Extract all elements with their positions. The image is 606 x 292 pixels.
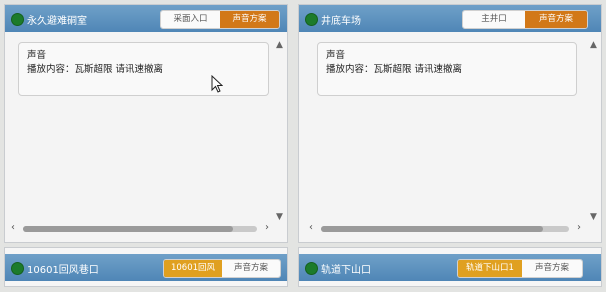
scroll-down-icon[interactable]: ▼ (276, 212, 283, 222)
status-dot-icon (11, 13, 24, 26)
button-group: 采面入口 声音方案 (160, 10, 280, 29)
panel-header: 轨道下山口 轨道下山口1 声音方案 (299, 254, 601, 281)
entrance-button[interactable]: 10601回风 (164, 260, 222, 277)
sound-plan-button[interactable]: 声音方案 (222, 260, 280, 277)
vertical-scrollbar[interactable]: ▲ ▼ (275, 40, 285, 222)
panel-title: 井底车场 (321, 16, 361, 27)
panel-header: 井底车场 主井口 声音方案 (299, 5, 601, 32)
message-box: 声音 播放内容：瓦斯超限 请讯速撤离 (317, 42, 577, 96)
message-text: 播放内容：瓦斯超限 请讯速撤离 (27, 64, 164, 75)
scroll-left-icon[interactable]: ‹ (11, 222, 15, 233)
button-group: 主井口 声音方案 (462, 10, 588, 29)
message-text: 播放内容：瓦斯超限 请讯速撤离 (326, 64, 463, 75)
horizontal-scrollbar[interactable]: ‹ › (309, 222, 581, 234)
scroll-right-icon[interactable]: › (577, 222, 581, 233)
panel-top-right: 井底车场 主井口 声音方案 声音 播放内容：瓦斯超限 请讯速撤离 ▲ ▼ ‹ › (298, 4, 602, 243)
scroll-up-icon[interactable]: ▲ (276, 40, 283, 50)
panel-body: 声音 播放内容：瓦斯超限 请讯速撤离 ▲ ▼ ‹ › (5, 32, 287, 242)
button-group: 轨道下山口1 声音方案 (457, 259, 583, 278)
vertical-scrollbar[interactable]: ▲ ▼ (589, 40, 599, 222)
panel-title: 永久避难硐室 (27, 16, 87, 27)
mouse-cursor-icon (211, 75, 223, 93)
panel-header: 10601回风巷口 10601回风 声音方案 (5, 254, 287, 281)
message-box: 声音 播放内容：瓦斯超限 请讯速撤离 (18, 42, 269, 96)
panel-header: 永久避难硐室 采面入口 声音方案 (5, 5, 287, 32)
horizontal-scrollbar[interactable]: ‹ › (11, 222, 269, 234)
entrance-button[interactable]: 轨道下山口1 (458, 260, 522, 277)
scroll-thumb[interactable] (321, 226, 543, 232)
scroll-down-icon[interactable]: ▼ (590, 212, 597, 222)
scroll-thumb[interactable] (23, 226, 233, 232)
scroll-up-icon[interactable]: ▲ (590, 40, 597, 50)
panel-title: 轨道下山口 (321, 265, 371, 276)
status-dot-icon (11, 262, 24, 275)
sound-plan-button[interactable]: 声音方案 (525, 11, 587, 28)
scroll-right-icon[interactable]: › (265, 222, 269, 233)
status-dot-icon (305, 13, 318, 26)
scroll-left-icon[interactable]: ‹ (309, 222, 313, 233)
panel-title: 10601回风巷口 (27, 265, 99, 276)
entrance-button[interactable]: 主井口 (463, 11, 525, 28)
button-group: 10601回风 声音方案 (163, 259, 281, 278)
panel-bottom-left: 10601回风巷口 10601回风 声音方案 (4, 247, 288, 287)
panel-bottom-right: 轨道下山口 轨道下山口1 声音方案 (298, 247, 602, 287)
status-dot-icon (305, 262, 318, 275)
message-title: 声音 (326, 50, 346, 61)
entrance-button[interactable]: 采面入口 (161, 11, 220, 28)
sound-plan-button[interactable]: 声音方案 (220, 11, 279, 28)
panel-body: 声音 播放内容：瓦斯超限 请讯速撤离 ▲ ▼ ‹ › (299, 32, 601, 242)
message-title: 声音 (27, 50, 47, 61)
panel-top-left: 永久避难硐室 采面入口 声音方案 声音 播放内容：瓦斯超限 请讯速撤离 ▲ ▼ … (4, 4, 288, 243)
sound-plan-button[interactable]: 声音方案 (522, 260, 582, 277)
